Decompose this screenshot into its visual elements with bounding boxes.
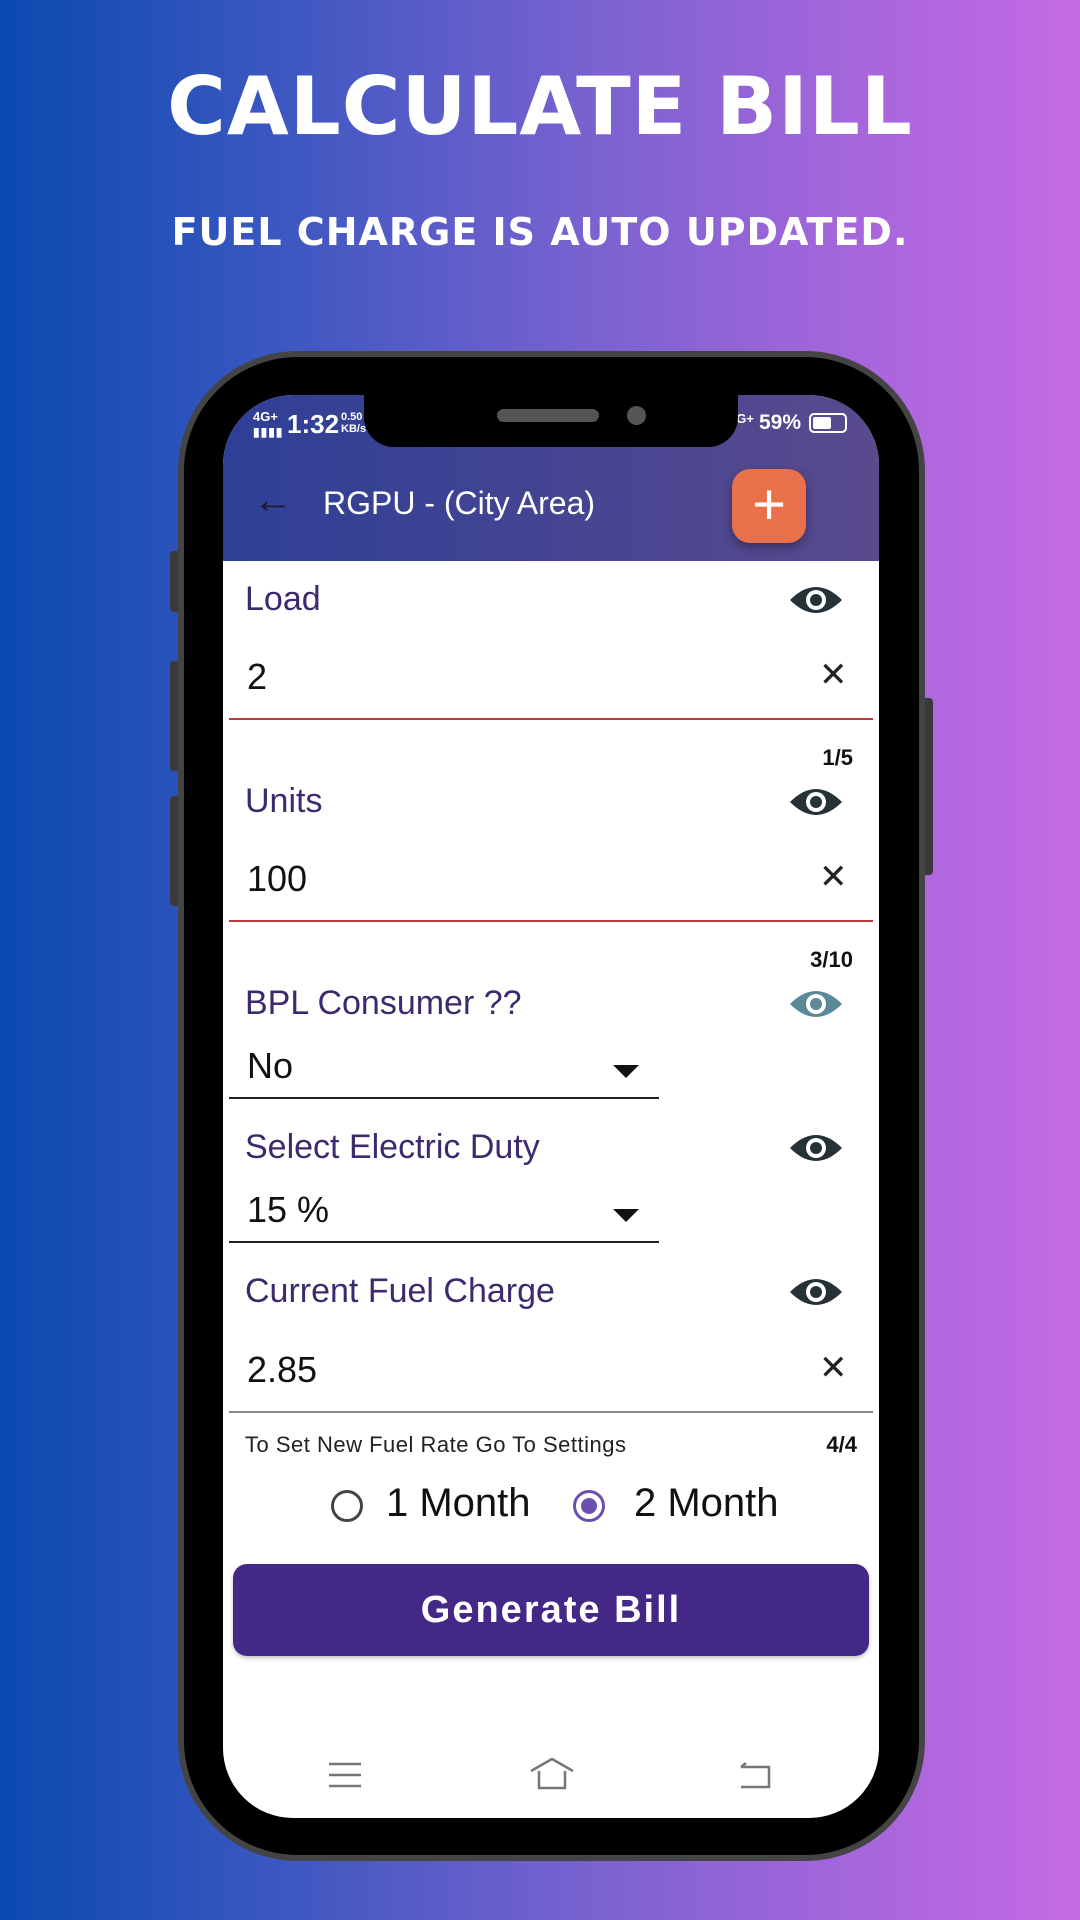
fuel-underline xyxy=(229,1411,873,1413)
units-input[interactable]: 100 xyxy=(247,858,307,900)
radio-label-1-month[interactable]: 1 Month xyxy=(386,1481,531,1526)
generate-bill-button[interactable]: Generate Bill xyxy=(233,1564,869,1656)
load-underline xyxy=(229,718,873,720)
signal-icon: ▮▮▮▮ xyxy=(253,425,284,439)
home-icon[interactable] xyxy=(529,1757,575,1791)
load-counter: 1/5 xyxy=(822,745,853,770)
eye-icon[interactable] xyxy=(788,1128,844,1168)
clear-icon[interactable]: ✕ xyxy=(819,655,848,695)
dropdown-arrow-icon[interactable] xyxy=(613,1209,639,1222)
phone-screen: 4G+ ▮▮▮▮ 1:32 0.50 KB/s 4G+ 59% ← RGPU -… xyxy=(223,395,879,1818)
menu-icon[interactable] xyxy=(328,1762,362,1788)
promo-subtitle: FUEL CHARGE IS AUTO UPDATED. xyxy=(171,210,909,254)
app-title: RGPU - (City Area) xyxy=(323,485,596,521)
radio-2-month[interactable] xyxy=(573,1490,605,1522)
eye-icon[interactable] xyxy=(788,1272,844,1312)
camera-icon xyxy=(627,406,646,425)
speaker-icon xyxy=(497,409,599,422)
fuel-counter: 4/4 xyxy=(826,1432,857,1457)
radio-1-month[interactable] xyxy=(331,1490,363,1522)
radio-label-2-month[interactable]: 2 Month xyxy=(634,1481,779,1526)
eye-icon[interactable] xyxy=(788,782,844,822)
clear-icon[interactable]: ✕ xyxy=(819,857,848,897)
load-input[interactable]: 2 xyxy=(247,656,267,698)
units-counter: 3/10 xyxy=(810,947,853,972)
duty-label: Select Electric Duty xyxy=(245,1128,540,1166)
status-time: 1:32 xyxy=(287,409,340,439)
back-arrow-icon[interactable]: ← xyxy=(253,478,293,523)
eye-icon[interactable] xyxy=(788,580,844,620)
battery-percent: 59% xyxy=(759,411,802,434)
load-label: Load xyxy=(245,580,321,618)
bpl-select[interactable]: No xyxy=(247,1045,293,1087)
promo-title: CALCULATE BILL xyxy=(167,60,913,153)
notch xyxy=(364,395,738,447)
battery-icon xyxy=(809,413,847,433)
back-icon[interactable] xyxy=(737,1761,771,1789)
bpl-label: BPL Consumer ?? xyxy=(245,984,522,1022)
clear-icon[interactable]: ✕ xyxy=(819,1348,848,1388)
duty-underline xyxy=(229,1241,659,1243)
add-button[interactable]: + xyxy=(732,469,806,543)
fuel-input[interactable]: 2.85 xyxy=(247,1349,317,1391)
bpl-underline xyxy=(229,1097,659,1099)
network-indicator: 4G+ xyxy=(253,409,278,424)
units-label: Units xyxy=(245,782,323,820)
dropdown-arrow-icon[interactable] xyxy=(613,1065,639,1078)
eye-icon[interactable] xyxy=(788,984,844,1024)
plus-icon: + xyxy=(752,472,786,537)
fuel-label: Current Fuel Charge xyxy=(245,1272,555,1310)
duty-select[interactable]: 15 % xyxy=(247,1189,329,1231)
units-underline xyxy=(229,920,873,922)
fuel-helper-text: To Set New Fuel Rate Go To Settings xyxy=(245,1432,627,1457)
